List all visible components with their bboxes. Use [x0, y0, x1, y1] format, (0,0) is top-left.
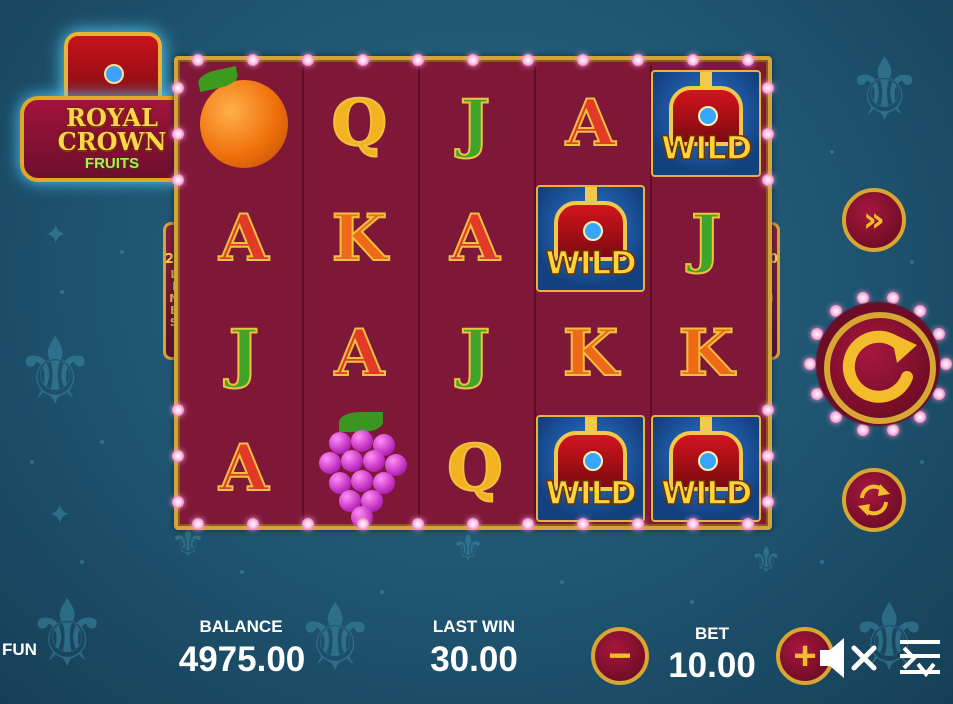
- wild-symbol: WILD: [535, 185, 646, 292]
- letter-symbol-j: J: [459, 85, 491, 161]
- reel-cell: [302, 411, 418, 528]
- wild-label: WILD: [660, 473, 753, 513]
- reel-cell: WILD: [648, 411, 764, 526]
- balance-value: 4975.00: [178, 640, 306, 679]
- game-mode-label: FUN: [2, 640, 37, 659]
- letter-symbol-j: J: [228, 315, 260, 391]
- reel-grid: Q J A WILD A K A WILD J J A J K K A Q WILD WILD: [186, 65, 764, 528]
- menu-button[interactable]: [896, 634, 944, 682]
- wild-symbol: WILD: [535, 415, 646, 522]
- bet-decrease-button[interactable]: −: [591, 627, 649, 685]
- reel-cell: A: [186, 181, 302, 296]
- letter-symbol-a: A: [218, 200, 270, 276]
- last-win-label: LAST WIN: [432, 617, 516, 636]
- autoplay-button[interactable]: [842, 468, 906, 532]
- letter-symbol-k: K: [562, 315, 620, 391]
- speaker-muted-icon: [820, 638, 877, 678]
- letter-symbol-a: A: [218, 430, 270, 506]
- grapes-symbol-icon: [309, 411, 409, 528]
- wild-label: WILD: [545, 243, 638, 283]
- wild-symbol: WILD: [651, 415, 761, 522]
- reel-cell: WILD: [533, 411, 649, 526]
- wild-label: WILD: [545, 473, 638, 513]
- reel-cell: WILD: [648, 66, 764, 181]
- double-chevron-right-icon: »: [863, 200, 885, 240]
- bet-label: BET: [695, 624, 729, 643]
- reel-cell: J: [648, 181, 764, 296]
- reel-frame: Q J A WILD A K A WILD J J A J K K A Q WILD WILD: [174, 56, 772, 530]
- reel-cell: K: [302, 181, 418, 296]
- letter-symbol-a: A: [334, 315, 386, 391]
- menu-sliders-icon: [900, 640, 940, 678]
- letter-symbol-a: A: [565, 85, 617, 161]
- letter-symbol-j: J: [690, 200, 722, 276]
- reel-cell: A: [302, 296, 418, 411]
- spin-button[interactable]: [824, 312, 936, 424]
- letter-symbol-k: K: [677, 315, 735, 391]
- reel-cell: A: [186, 411, 302, 526]
- letter-symbol-q: Q: [331, 85, 389, 161]
- turbo-button[interactable]: »: [842, 188, 906, 252]
- reel-cell: J: [417, 66, 533, 181]
- reel-cell: Q: [417, 411, 533, 526]
- wild-label: WILD: [660, 128, 753, 168]
- reel-cell: J: [186, 296, 302, 411]
- wild-symbol: WILD: [651, 70, 761, 177]
- orange-symbol-icon: [196, 65, 288, 168]
- reel-cell: Q: [302, 66, 418, 181]
- autoplay-cycle-icon: [858, 484, 890, 516]
- balance-label: BALANCE: [199, 617, 283, 636]
- reel-cell: K: [533, 296, 649, 411]
- reel-cell: A: [417, 181, 533, 296]
- reel-cell: K: [648, 296, 764, 411]
- reel-cell: J: [417, 296, 533, 411]
- minus-icon: −: [608, 634, 632, 678]
- letter-symbol-q: Q: [446, 430, 504, 506]
- letter-symbol-j: J: [459, 315, 491, 391]
- last-win-value: 30.00: [430, 640, 518, 679]
- letter-symbol-k: K: [331, 200, 389, 276]
- reel-cell: [186, 65, 302, 181]
- reel-cell: A: [533, 66, 649, 181]
- spin-arrow-icon: [842, 330, 917, 403]
- reel-cell: WILD: [533, 181, 649, 296]
- sound-toggle-button[interactable]: [816, 632, 880, 684]
- plus-icon: +: [793, 634, 817, 678]
- bet-value: 10.00: [668, 646, 756, 685]
- letter-symbol-a: A: [449, 200, 501, 276]
